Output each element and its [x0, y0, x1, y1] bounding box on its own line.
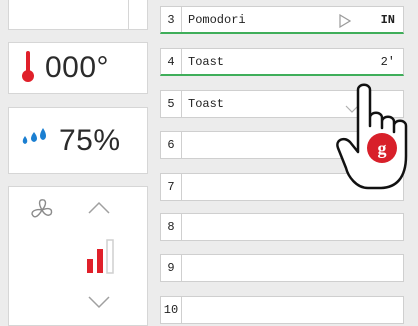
divider — [128, 0, 129, 29]
divider — [181, 132, 182, 158]
program-row-8[interactable]: 8 — [160, 213, 404, 241]
top-widget — [8, 0, 148, 30]
humidity-widget[interactable]: 75% — [8, 107, 148, 174]
row-number: 7 — [167, 180, 175, 194]
water-drops-icon — [19, 128, 49, 153]
chevron-up-icon[interactable] — [87, 201, 111, 220]
row-number: 10 — [163, 303, 179, 317]
row-number: 5 — [167, 97, 175, 111]
chevron-down-icon[interactable] — [87, 295, 111, 314]
humidity-value: 75% — [59, 123, 121, 157]
row-number: 8 — [167, 220, 175, 234]
thermometer-icon — [21, 49, 35, 88]
temperature-widget[interactable]: 000° — [8, 42, 148, 94]
divider — [181, 297, 182, 323]
row-label: Toast — [188, 54, 225, 69]
divider — [181, 214, 182, 240]
row-label: Pomodori — [188, 12, 246, 27]
program-row-3[interactable]: 3 Pomodori IN — [160, 6, 404, 34]
fan-widget — [8, 186, 148, 326]
row-number: 9 — [167, 261, 175, 275]
fan-icon — [29, 197, 55, 228]
row-number: 6 — [167, 138, 175, 152]
row-number: 4 — [167, 54, 175, 69]
gesture-badge-letter: g — [378, 138, 387, 158]
program-row-10[interactable]: 10 — [160, 296, 404, 324]
divider — [181, 255, 182, 281]
fan-speed-bars-icon — [85, 239, 117, 280]
row-duration: 2' — [380, 54, 395, 69]
play-outline-icon[interactable] — [339, 13, 352, 33]
program-row-9[interactable]: 9 — [160, 254, 404, 282]
row-status: IN — [380, 12, 395, 27]
pointing-hand-icon: g — [332, 78, 416, 203]
program-row-4[interactable]: 4 Toast 2' — [160, 48, 404, 76]
row-number: 3 — [167, 12, 175, 27]
temperature-value: 000° — [45, 51, 110, 84]
divider — [181, 174, 182, 200]
